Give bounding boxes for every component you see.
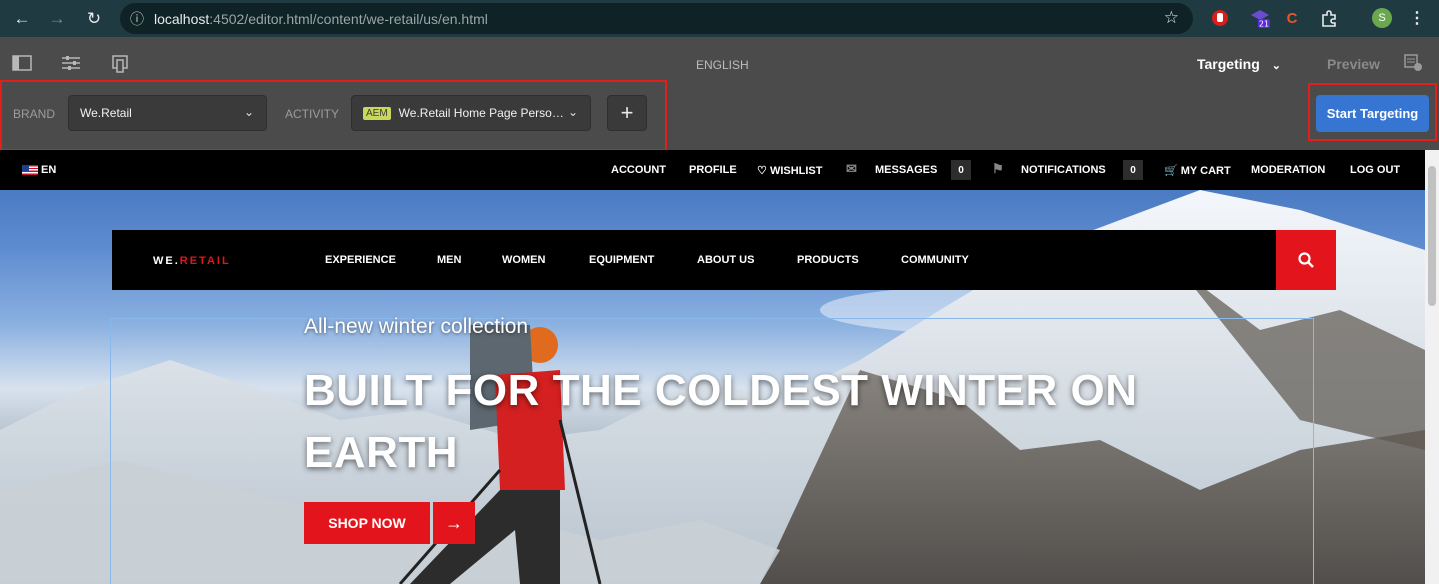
add-activity-button[interactable]: + <box>607 95 647 131</box>
site-navigation: WE.RETAIL EXPERIENCE MEN WOMEN EQUIPMENT… <box>112 230 1276 290</box>
cart-icon: 🛒 <box>1164 165 1178 177</box>
page-preview: EN ACCOUNT PROFILE ♡ WISHLIST ✉ MESSAGES… <box>0 150 1425 584</box>
brand-value: We.Retail <box>80 106 132 120</box>
account-link[interactable]: ACCOUNT <box>611 164 666 176</box>
profile-avatar[interactable]: S <box>1371 7 1393 29</box>
url-text: localhost:4502/editor.html/content/we-re… <box>154 11 488 27</box>
moderation-link[interactable]: MODERATION <box>1251 164 1325 176</box>
extension-badge: 21 <box>1259 20 1269 29</box>
emulator-icon[interactable] <box>110 55 130 77</box>
mode-label: Targeting <box>1197 56 1260 72</box>
profile-initial: S <box>1372 8 1392 28</box>
nav-men[interactable]: MEN <box>437 254 461 266</box>
nav-about-us[interactable]: ABOUT US <box>697 254 754 266</box>
language-code: EN <box>41 164 57 176</box>
chevron-down-icon: ⌄ <box>1271 60 1281 72</box>
forward-icon[interactable]: → <box>40 0 74 37</box>
we-retail-logo[interactable]: WE.RETAIL <box>153 255 231 267</box>
mode-selector[interactable]: Targeting ⌄ <box>1197 56 1281 72</box>
reload-icon[interactable]: ↻ <box>77 0 111 37</box>
bookmark-star-icon[interactable]: ☆ <box>1164 8 1179 28</box>
logo-part-b: RETAIL <box>179 255 231 267</box>
wishlist-label: WISHLIST <box>769 165 823 177</box>
profile-link[interactable]: PROFILE <box>689 164 737 176</box>
shop-now-button[interactable]: SHOP NOW <box>304 502 430 544</box>
address-bar[interactable]: ⓘ localhost:4502/editor.html/content/we-… <box>120 3 1193 34</box>
aem-badge: AEM <box>363 106 391 120</box>
cart-label: MY CART <box>1180 165 1231 177</box>
flag-icon: ⚑ <box>992 161 1004 176</box>
browser-menu-icon[interactable]: ⋮ <box>1409 7 1425 29</box>
messages-count: 0 <box>951 160 971 180</box>
nav-products[interactable]: PRODUCTS <box>797 254 859 266</box>
properties-sliders-icon[interactable] <box>61 55 81 75</box>
notifications-count: 0 <box>1123 160 1143 180</box>
page-language: ENGLISH <box>696 58 749 72</box>
us-flag-icon <box>22 165 38 176</box>
notifications-link[interactable]: NOTIFICATIONS <box>1021 164 1106 176</box>
start-targeting-button[interactable]: Start Targeting <box>1316 95 1429 132</box>
cart-link[interactable]: 🛒 MY CART <box>1164 164 1231 177</box>
brand-select[interactable]: We.Retail ⌄ <box>68 95 267 131</box>
logout-link[interactable]: LOG OUT <box>1350 164 1400 176</box>
language-switch[interactable]: EN <box>22 164 56 176</box>
wishlist-link[interactable]: ♡ WISHLIST <box>757 164 823 177</box>
arrow-right-icon[interactable]: → <box>433 502 475 544</box>
back-icon[interactable]: ← <box>5 0 39 37</box>
chevron-down-icon: ⌄ <box>567 105 578 119</box>
hero-subtitle: All-new winter collection <box>304 315 529 338</box>
nav-community[interactable]: COMMUNITY <box>901 254 969 266</box>
browser-toolbar: ← → ↻ ⓘ localhost:4502/editor.html/conte… <box>0 0 1439 37</box>
extension-c-icon[interactable]: C <box>1283 7 1301 29</box>
site-info-icon[interactable]: ⓘ <box>120 9 154 29</box>
hero-title: BUILT FOR THE COLDEST WINTER ON EARTH <box>304 366 1138 477</box>
search-icon <box>1298 252 1314 268</box>
messages-link[interactable]: MESSAGES <box>875 164 937 176</box>
scrollbar-thumb[interactable] <box>1428 166 1436 306</box>
side-panel-icon[interactable] <box>12 55 32 75</box>
preview-button[interactable]: Preview <box>1327 56 1380 72</box>
activity-select[interactable]: AEM We.Retail Home Page Perso… ⌄ <box>351 95 591 131</box>
activity-label: ACTIVITY <box>285 107 340 121</box>
chevron-down-icon: ⌄ <box>243 105 254 119</box>
extensions-puzzle-icon[interactable] <box>1318 7 1340 29</box>
heart-icon: ♡ <box>757 165 767 177</box>
url-path: :4502/editor.html/content/we-retail/us/e… <box>209 10 488 27</box>
activity-value: We.Retail Home Page Perso… <box>398 106 564 120</box>
logo-part-a: WE. <box>153 255 180 267</box>
nav-women[interactable]: WOMEN <box>502 254 545 266</box>
annotations-icon[interactable] <box>1403 54 1423 77</box>
brand-label: BRAND <box>13 107 56 121</box>
extension-graduation-icon[interactable]: 21 <box>1248 7 1272 29</box>
search-button[interactable] <box>1276 230 1336 290</box>
url-host: localhost <box>154 10 210 27</box>
extension-hand-icon[interactable] <box>1210 7 1230 29</box>
site-topbar: EN ACCOUNT PROFILE ♡ WISHLIST ✉ MESSAGES… <box>0 150 1425 190</box>
envelope-icon: ✉ <box>846 161 857 176</box>
nav-experience[interactable]: EXPERIENCE <box>325 254 396 266</box>
nav-equipment[interactable]: EQUIPMENT <box>589 254 654 266</box>
